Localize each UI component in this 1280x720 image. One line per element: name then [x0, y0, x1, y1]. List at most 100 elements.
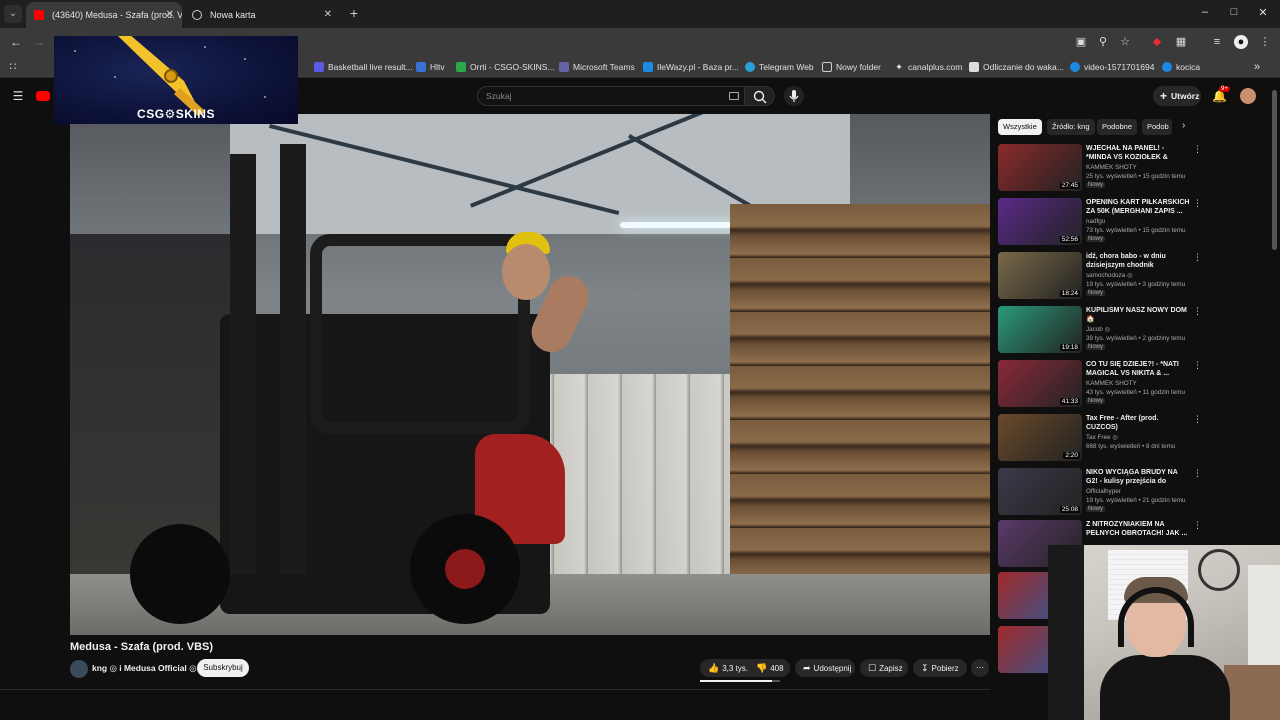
- chip-all[interactable]: Wszystkie: [998, 119, 1042, 135]
- recommendation-channel[interactable]: samochodoza ◎: [1086, 272, 1132, 279]
- chevron-right-icon[interactable]: ›: [1182, 120, 1185, 131]
- bookmark-item[interactable]: ✦ canalplus.com: [894, 60, 962, 74]
- recommendation-channel[interactable]: Officialhyper: [1086, 488, 1121, 495]
- more-options-icon[interactable]: ⋮: [1193, 520, 1202, 531]
- more-bookmarks-icon[interactable]: »: [1250, 60, 1264, 74]
- recommendation-meta: 668 tys. wyświetleń • 8 dni temu: [1086, 443, 1176, 450]
- search-input[interactable]: Szukaj: [477, 86, 745, 106]
- keyboard-icon[interactable]: [729, 92, 739, 100]
- recommendation-channel[interactable]: Tax Free ◎: [1086, 434, 1118, 441]
- save-button[interactable]: ☐ Zapisz: [860, 659, 908, 677]
- divider: [0, 689, 990, 690]
- video-thumbnail[interactable]: 52:56: [998, 198, 1082, 245]
- more-actions-button[interactable]: ⋯: [971, 659, 989, 677]
- create-button[interactable]: + Utwórz: [1153, 86, 1201, 106]
- microphone-icon: [789, 90, 799, 102]
- bookmark-item[interactable]: Hltv: [416, 60, 445, 74]
- reading-list-icon[interactable]: ≡: [1210, 35, 1224, 49]
- bookmark-folder[interactable]: Nowy folder: [822, 60, 881, 74]
- video-thumbnail[interactable]: 18:24: [998, 252, 1082, 299]
- new-tab-button[interactable]: +: [346, 5, 362, 21]
- close-tab-icon[interactable]: ✕: [324, 2, 332, 28]
- more-options-icon[interactable]: ⋮: [1193, 144, 1202, 155]
- recommendation-title[interactable]: NIKO WYCIĄGA BRUDY NA G2! - kulisy przej…: [1086, 468, 1190, 486]
- recommendation-title[interactable]: OPENING KART PIŁKARSKICH ZA 50K (MERGHAN…: [1086, 198, 1190, 216]
- recommendation-item[interactable]: 27:45 WJECHAŁ NA PANEL! - *MINDA VS KOZIO…: [998, 144, 1203, 194]
- close-window-button[interactable]: ✕: [1256, 6, 1270, 19]
- recommendation-channel[interactable]: KAMMEK SHOTY: [1086, 164, 1137, 171]
- bookmark-star-icon[interactable]: ☆: [1118, 35, 1132, 49]
- recommendation-channel[interactable]: KAMMEK SHOTY: [1086, 380, 1137, 387]
- recommendation-channel[interactable]: Jacob ◎: [1086, 326, 1110, 333]
- bookmark-item[interactable]: Odliczanie do waka...: [969, 60, 1064, 74]
- browser-menu-icon[interactable]: ⋮: [1258, 35, 1272, 49]
- bookmark-item[interactable]: Basketball live result...: [314, 60, 413, 74]
- bookmark-item[interactable]: IleWazy.pl - Baza pr...: [643, 60, 739, 74]
- zoom-icon[interactable]: ⚲: [1096, 35, 1110, 49]
- recommendation-channel[interactable]: nadfgu: [1086, 218, 1105, 225]
- recommendation-item[interactable]: 2:20 Tax Free - After (prod. CUZCOS) Tax F…: [998, 414, 1203, 464]
- apps-grid-icon[interactable]: ∷: [6, 60, 20, 74]
- more-options-icon[interactable]: ⋮: [1193, 198, 1202, 209]
- chip-similar[interactable]: Podob: [1142, 119, 1172, 135]
- recommendation-title[interactable]: Z NITROZYNIAKIEM NA PEŁNYCH OBROTACH! JA…: [1086, 520, 1190, 538]
- hamburger-menu-icon[interactable]: ☰: [11, 89, 25, 103]
- bookmark-item[interactable]: video-1571701694: [1070, 60, 1154, 74]
- like-count: 3,3 tys.: [722, 664, 749, 673]
- more-options-icon[interactable]: ⋮: [1193, 414, 1202, 425]
- minimize-button[interactable]: –: [1198, 6, 1212, 18]
- bookmark-label: Nowy folder: [836, 62, 881, 72]
- dislike-button[interactable]: 👎 408: [750, 659, 790, 677]
- video-thumbnail[interactable]: 25:08: [998, 468, 1082, 515]
- recommendation-title[interactable]: idź, chora babo - w dniu dzisiejszym cho…: [1086, 252, 1190, 270]
- recommendation-title[interactable]: CO TU SIĘ DZIEJE?! - *NATI MAGICAL VS NI…: [1086, 360, 1190, 378]
- channel-avatar[interactable]: [70, 660, 88, 678]
- browser-tab-youtube[interactable]: (43640) Medusa - Szafa (prod. V ✕: [26, 2, 182, 28]
- chip-source[interactable]: Źródło: kng: [1047, 119, 1095, 135]
- subscribe-button[interactable]: Subskrybuj: [197, 659, 249, 677]
- bookmark-item[interactable]: Microsoft Teams: [559, 60, 635, 74]
- channel-name[interactable]: kng ◎ i Medusa Official ◎: [92, 663, 197, 674]
- tab-label: Nowa karta: [210, 10, 256, 20]
- more-options-icon[interactable]: ⋮: [1193, 252, 1202, 263]
- share-button[interactable]: ➦ Udostępnij: [795, 659, 855, 677]
- search-button[interactable]: [745, 86, 775, 106]
- extensions-puzzle-icon[interactable]: ▦: [1174, 35, 1188, 49]
- video-thumbnail[interactable]: 41:33: [998, 360, 1082, 407]
- page-scrollbar[interactable]: [1272, 90, 1277, 250]
- recommendation-item[interactable]: 25:08 NIKO WYCIĄGA BRUDY NA G2! - kulisy …: [998, 468, 1203, 518]
- tab-search-dropdown-icon[interactable]: ⌄: [4, 5, 22, 23]
- account-avatar[interactable]: [1240, 88, 1256, 104]
- more-options-icon[interactable]: ⋮: [1193, 468, 1202, 479]
- extension-icon[interactable]: ◆: [1150, 35, 1164, 49]
- recommendation-title[interactable]: Tax Free - After (prod. CUZCOS): [1086, 414, 1190, 432]
- recommendation-title[interactable]: WJECHAŁ NA PANEL! - *MINDA VS KOZIOŁEK &…: [1086, 144, 1190, 162]
- recommendation-item[interactable]: 19:18 KUPILIŚMY NASZ NOWY DOM 🏠 Jacob ◎ 39 …: [998, 306, 1203, 356]
- recommendation-item[interactable]: 18:24 idź, chora babo - w dniu dzisiejszy…: [998, 252, 1203, 302]
- more-options-icon[interactable]: ⋮: [1193, 306, 1202, 317]
- video-player[interactable]: [70, 114, 990, 635]
- bookmark-item[interactable]: kocica: [1162, 60, 1200, 74]
- bookmark-item[interactable]: Orrti - CSGO-SKINS...: [456, 60, 555, 74]
- forward-arrow-icon[interactable]: →: [33, 35, 45, 49]
- video-thumbnail[interactable]: 19:18: [998, 306, 1082, 353]
- profile-icon[interactable]: ●: [1234, 35, 1248, 49]
- recommendation-item[interactable]: 41:33 CO TU SIĘ DZIEJE?! - *NATI MAGICAL …: [998, 360, 1203, 410]
- install-app-icon[interactable]: ▣: [1074, 35, 1088, 49]
- maximize-button[interactable]: □: [1227, 6, 1241, 18]
- chip-related[interactable]: Podobne: [1097, 119, 1138, 135]
- save-label: Zapisz: [879, 664, 903, 673]
- video-thumbnail[interactable]: 27:45: [998, 144, 1082, 191]
- video-thumbnail[interactable]: 2:20: [998, 414, 1082, 461]
- recommendation-item[interactable]: 52:56 OPENING KART PIŁKARSKICH ZA 50K (ME…: [998, 198, 1203, 248]
- download-button[interactable]: ↧ Pobierz: [913, 659, 967, 677]
- close-tab-icon[interactable]: ✕: [166, 2, 174, 28]
- browser-tab-new[interactable]: Nowa karta ✕: [184, 2, 340, 28]
- more-options-icon[interactable]: ⋮: [1193, 360, 1202, 371]
- recommendation-title[interactable]: KUPILIŚMY NASZ NOWY DOM 🏠: [1086, 306, 1190, 324]
- back-arrow-icon[interactable]: ←: [10, 35, 22, 49]
- voice-search-button[interactable]: [784, 86, 804, 106]
- bookmark-item[interactable]: Telegram Web: [745, 60, 814, 74]
- youtube-logo-icon[interactable]: [36, 91, 50, 101]
- bookmark-label: Basketball live result...: [328, 62, 413, 72]
